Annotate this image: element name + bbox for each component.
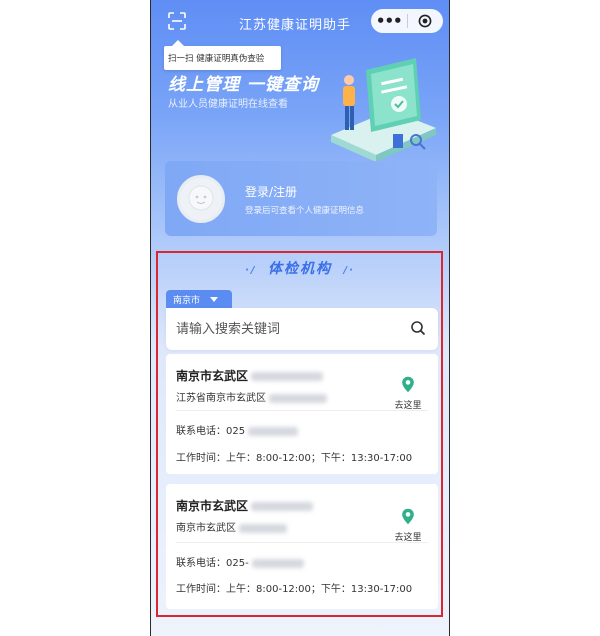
institution-address: 江苏省南京市玄武区 bbox=[176, 389, 327, 404]
institution-phone: 联系电话：025 bbox=[176, 422, 299, 437]
scan-button[interactable] bbox=[166, 10, 188, 32]
city-filter-label: 南京市 bbox=[173, 295, 201, 306]
institution-card[interactable]: 南京市玄武区 南京市玄武区 去这里 联系电话：025- 工作时间：上午：8:00… bbox=[166, 484, 438, 609]
phone-value: 025 bbox=[226, 426, 246, 437]
phone-label: 联系电话： bbox=[176, 426, 226, 437]
app-title: 江苏健康证明助手 bbox=[239, 18, 352, 33]
phone-label: 联系电话： bbox=[176, 558, 226, 569]
divider bbox=[176, 542, 428, 543]
record-icon bbox=[418, 14, 432, 28]
search-icon[interactable] bbox=[410, 320, 426, 336]
location-pin-icon bbox=[402, 376, 414, 393]
hours-label: 工作时间： bbox=[176, 453, 226, 464]
login-description: 登录后可查看个人健康证明信息 bbox=[245, 206, 365, 216]
institution-phone: 联系电话：025- bbox=[176, 554, 304, 569]
institution-address-text: 江苏省南京市玄武区 bbox=[176, 393, 266, 404]
redacted-text bbox=[248, 426, 299, 436]
phone-screen: 江苏健康证明助手 ••• 扫一扫 健康证明真伪查验 线上管理 一键查询 从业人员… bbox=[150, 0, 450, 636]
redacted-text bbox=[251, 502, 314, 511]
default-avatar-icon bbox=[180, 178, 222, 220]
search-input[interactable] bbox=[176, 318, 396, 340]
redacted-text bbox=[251, 372, 324, 381]
redacted-text bbox=[239, 523, 287, 533]
avatar bbox=[177, 175, 225, 223]
divider bbox=[176, 410, 428, 411]
institution-address: 南京市玄武区 bbox=[176, 519, 287, 534]
institution-name-text: 南京市玄武区 bbox=[176, 369, 249, 383]
institution-card[interactable]: 南京市玄武区 江苏省南京市玄武区 去这里 联系电话：025 工作时间：上午：8:… bbox=[166, 354, 438, 474]
navigate-button[interactable]: 去这里 bbox=[388, 508, 428, 543]
top-bar: 江苏健康证明助手 ••• bbox=[151, 0, 449, 42]
section-heading: ·/ 体检机构 /· bbox=[151, 258, 449, 278]
close-button[interactable] bbox=[407, 14, 443, 28]
hours-label: 工作时间： bbox=[176, 584, 226, 595]
institution-name: 南京市玄武区 bbox=[176, 367, 324, 384]
institution-hours: 工作时间：上午：8:00-12:00；下午：13:30-17:00 bbox=[176, 580, 412, 595]
redacted-text bbox=[251, 558, 304, 568]
banner-subtitle: 从业人员健康证明在线查看 bbox=[168, 99, 288, 110]
location-pin-icon bbox=[402, 508, 414, 525]
banner-illustration bbox=[331, 58, 436, 162]
redacted-text bbox=[269, 393, 327, 403]
scan-icon bbox=[168, 12, 186, 30]
mini-program-capsule: ••• bbox=[371, 9, 443, 33]
hours-value: 上午：8:00-12:00；下午：13:30-17:00 bbox=[226, 584, 413, 595]
banner-title: 线上管理 一键查询 bbox=[168, 75, 319, 95]
heading-decoration-left: ·/ bbox=[245, 265, 262, 276]
institution-name-text: 南京市玄武区 bbox=[176, 499, 249, 513]
navigate-button[interactable]: 去这里 bbox=[388, 376, 428, 411]
hours-value: 上午：8:00-12:00；下午：13:30-17:00 bbox=[226, 453, 413, 464]
phone-value: 025- bbox=[226, 558, 249, 569]
institution-hours: 工作时间：上午：8:00-12:00；下午：13:30-17:00 bbox=[176, 449, 412, 464]
heading-decoration-right: /· bbox=[338, 265, 355, 276]
caret-down-icon bbox=[210, 296, 219, 302]
institution-address-text: 南京市玄武区 bbox=[176, 523, 236, 534]
login-title: 登录/注册 bbox=[245, 185, 298, 199]
search-bar bbox=[166, 308, 438, 350]
login-card[interactable]: 登录/注册 登录后可查看个人健康证明信息 bbox=[165, 161, 437, 236]
city-filter-tab[interactable]: 南京市 bbox=[166, 290, 232, 308]
scan-tooltip: 扫一扫 健康证明真伪查验 bbox=[164, 40, 281, 70]
more-dots-icon[interactable]: ••• bbox=[371, 14, 407, 29]
section-title: 体检机构 bbox=[268, 261, 332, 277]
institution-name: 南京市玄武区 bbox=[176, 497, 314, 514]
